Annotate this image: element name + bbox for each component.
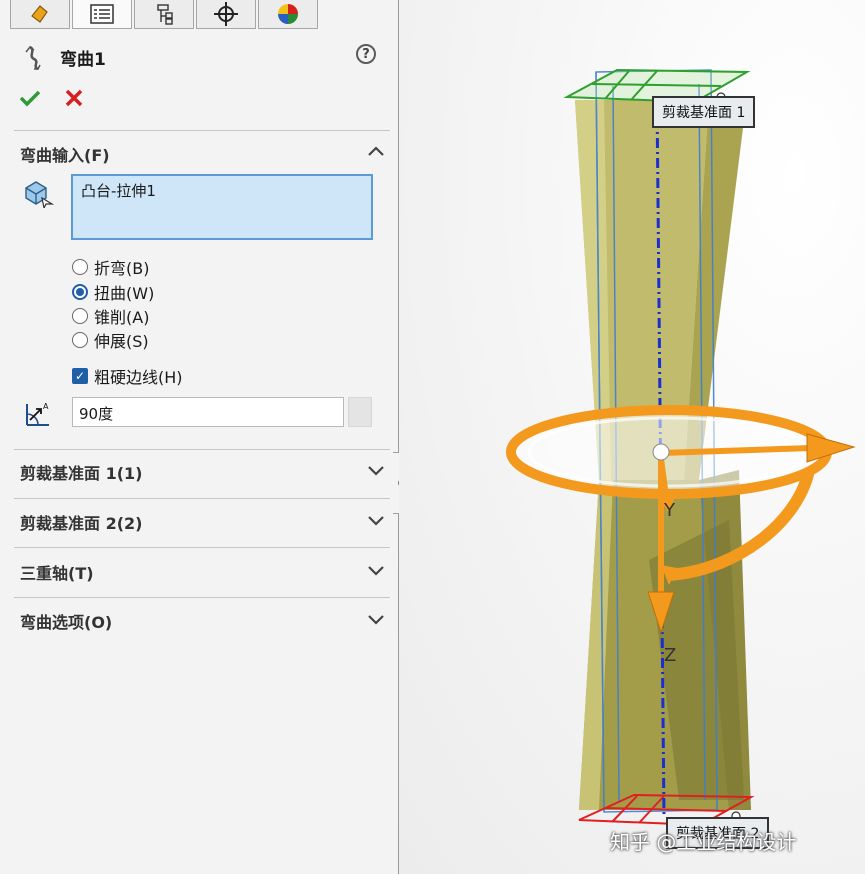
axis-label-z: Z <box>664 645 677 666</box>
radio-button[interactable] <box>72 284 88 300</box>
divider <box>14 449 390 450</box>
radio-button[interactable] <box>72 259 88 275</box>
triad-origin <box>652 443 670 461</box>
radio-label: 伸展(S) <box>94 332 149 351</box>
flex-feature-icon <box>25 45 41 71</box>
crosshair-icon <box>214 2 238 26</box>
section-bend-input-header[interactable]: 弯曲输入(F) <box>20 142 110 166</box>
svg-text:A: A <box>43 402 49 411</box>
radio-label: 扭曲(W) <box>94 284 155 303</box>
feature-title: 弯曲1 <box>60 50 106 70</box>
ok-check-icon[interactable] <box>18 86 42 110</box>
property-manager-panel: 弯曲1 ? 弯曲输入(F) 凸台-拉伸1 折弯(B) 扭曲(W) 锥削(A) 伸… <box>0 0 399 874</box>
section-trim-plane-2-header[interactable]: 剪裁基准面 2(2) <box>20 510 142 534</box>
chevron-down-icon[interactable] <box>366 562 386 578</box>
section-triad-header[interactable]: 三重轴(T) <box>20 560 94 584</box>
divider <box>14 597 390 598</box>
divider <box>14 130 390 131</box>
tab-feature-manager[interactable] <box>10 0 70 29</box>
axis-label-y: Y <box>664 500 675 521</box>
chevron-down-icon[interactable] <box>366 512 386 528</box>
selected-body-item[interactable]: 凸台-拉伸1 <box>81 182 156 200</box>
callout-trim-plane-1[interactable]: 剪裁基准面 1 <box>652 96 756 128</box>
tab-property-manager[interactable] <box>72 0 132 29</box>
tab-configuration-manager[interactable] <box>134 0 194 29</box>
cancel-x-icon[interactable] <box>62 86 86 110</box>
hard-edges-checkbox[interactable]: ✓ 粗硬边线(H) <box>72 365 183 387</box>
radio-bend[interactable]: 折弯(B) <box>72 256 149 278</box>
divider <box>14 547 390 548</box>
watermark: 知乎 @工业结构设计 <box>610 830 797 854</box>
chevron-down-icon[interactable] <box>366 462 386 478</box>
feature-title-row: 弯曲1 ? <box>0 40 398 74</box>
model-view <box>506 68 856 827</box>
feature-tree-icon <box>31 5 48 23</box>
manager-tabs <box>0 0 398 30</box>
property-list-icon <box>90 4 114 24</box>
radio-button[interactable] <box>72 308 88 324</box>
divider <box>14 498 390 499</box>
bodies-selection-icon <box>25 181 54 208</box>
help-icon[interactable]: ? <box>356 44 376 64</box>
configuration-icon <box>157 4 173 25</box>
radio-stretch[interactable]: 伸展(S) <box>72 329 149 351</box>
tab-dimxpert-manager[interactable] <box>196 0 256 29</box>
radio-label: 折弯(B) <box>94 259 150 278</box>
section-bend-options-header[interactable]: 弯曲选项(O) <box>20 609 112 633</box>
chevron-up-icon[interactable] <box>366 143 386 159</box>
graphics-viewport[interactable]: Y Z 剪裁基准面 1 剪裁基准面 2 <box>399 0 865 874</box>
appearance-sphere-icon <box>278 4 298 24</box>
radio-twist[interactable]: 扭曲(W) <box>72 281 154 303</box>
selected-bodies-list[interactable]: 凸台-拉伸1 <box>71 174 373 240</box>
checkbox[interactable]: ✓ <box>72 368 88 384</box>
radio-label: 锥削(A) <box>94 308 150 327</box>
angle-spinner[interactable] <box>348 397 372 427</box>
angle-input[interactable]: 90度 <box>72 397 344 427</box>
section-trim-plane-1-header[interactable]: 剪裁基准面 1(1) <box>20 460 142 484</box>
tab-display-manager[interactable] <box>258 0 318 29</box>
checkbox-label: 粗硬边线(H) <box>94 368 183 387</box>
radio-button[interactable] <box>72 332 88 348</box>
radio-taper[interactable]: 锥削(A) <box>72 305 149 327</box>
chevron-down-icon[interactable] <box>366 611 386 627</box>
angle-icon: A <box>26 402 49 426</box>
